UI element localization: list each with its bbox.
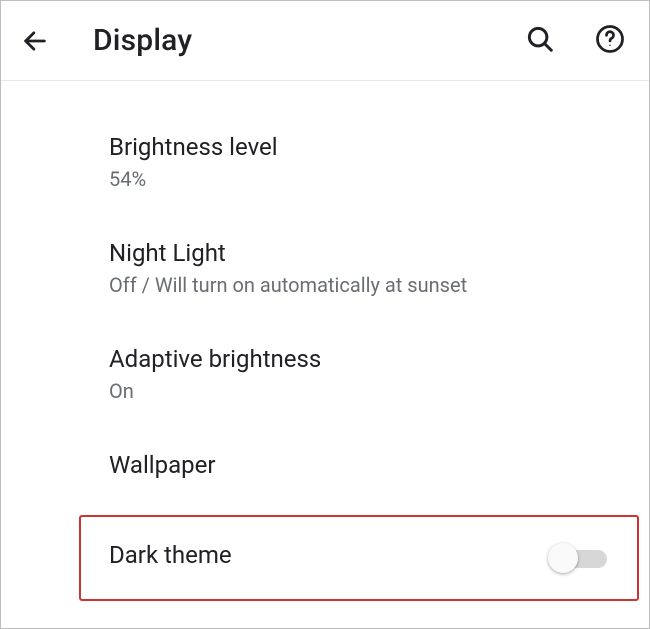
- setting-value: Off / Will turn on automatically at suns…: [109, 273, 609, 297]
- setting-label: Dark theme: [109, 541, 551, 569]
- top-actions: [525, 24, 625, 58]
- setting-label: Adaptive brightness: [109, 345, 609, 373]
- setting-value: On: [109, 379, 609, 403]
- setting-night-light[interactable]: Night Light Off / Will turn on automatic…: [1, 215, 649, 321]
- settings-list: Brightness level 54% Night Light Off / W…: [1, 81, 649, 601]
- setting-value: 54%: [109, 167, 609, 191]
- setting-label: Brightness level: [109, 133, 609, 161]
- back-icon[interactable]: [21, 27, 49, 55]
- dark-theme-toggle[interactable]: [551, 546, 609, 570]
- help-icon[interactable]: [595, 24, 625, 58]
- page-title: Display: [93, 23, 525, 58]
- setting-dark-theme[interactable]: Dark theme: [79, 515, 639, 601]
- setting-label: Night Light: [109, 239, 609, 267]
- search-icon[interactable]: [525, 24, 555, 58]
- setting-label: Wallpaper: [109, 451, 609, 479]
- setting-wallpaper[interactable]: Wallpaper: [1, 427, 649, 509]
- setting-adaptive-brightness[interactable]: Adaptive brightness On: [1, 321, 649, 427]
- top-app-bar: Display: [1, 1, 649, 81]
- setting-brightness-level[interactable]: Brightness level 54%: [1, 109, 649, 215]
